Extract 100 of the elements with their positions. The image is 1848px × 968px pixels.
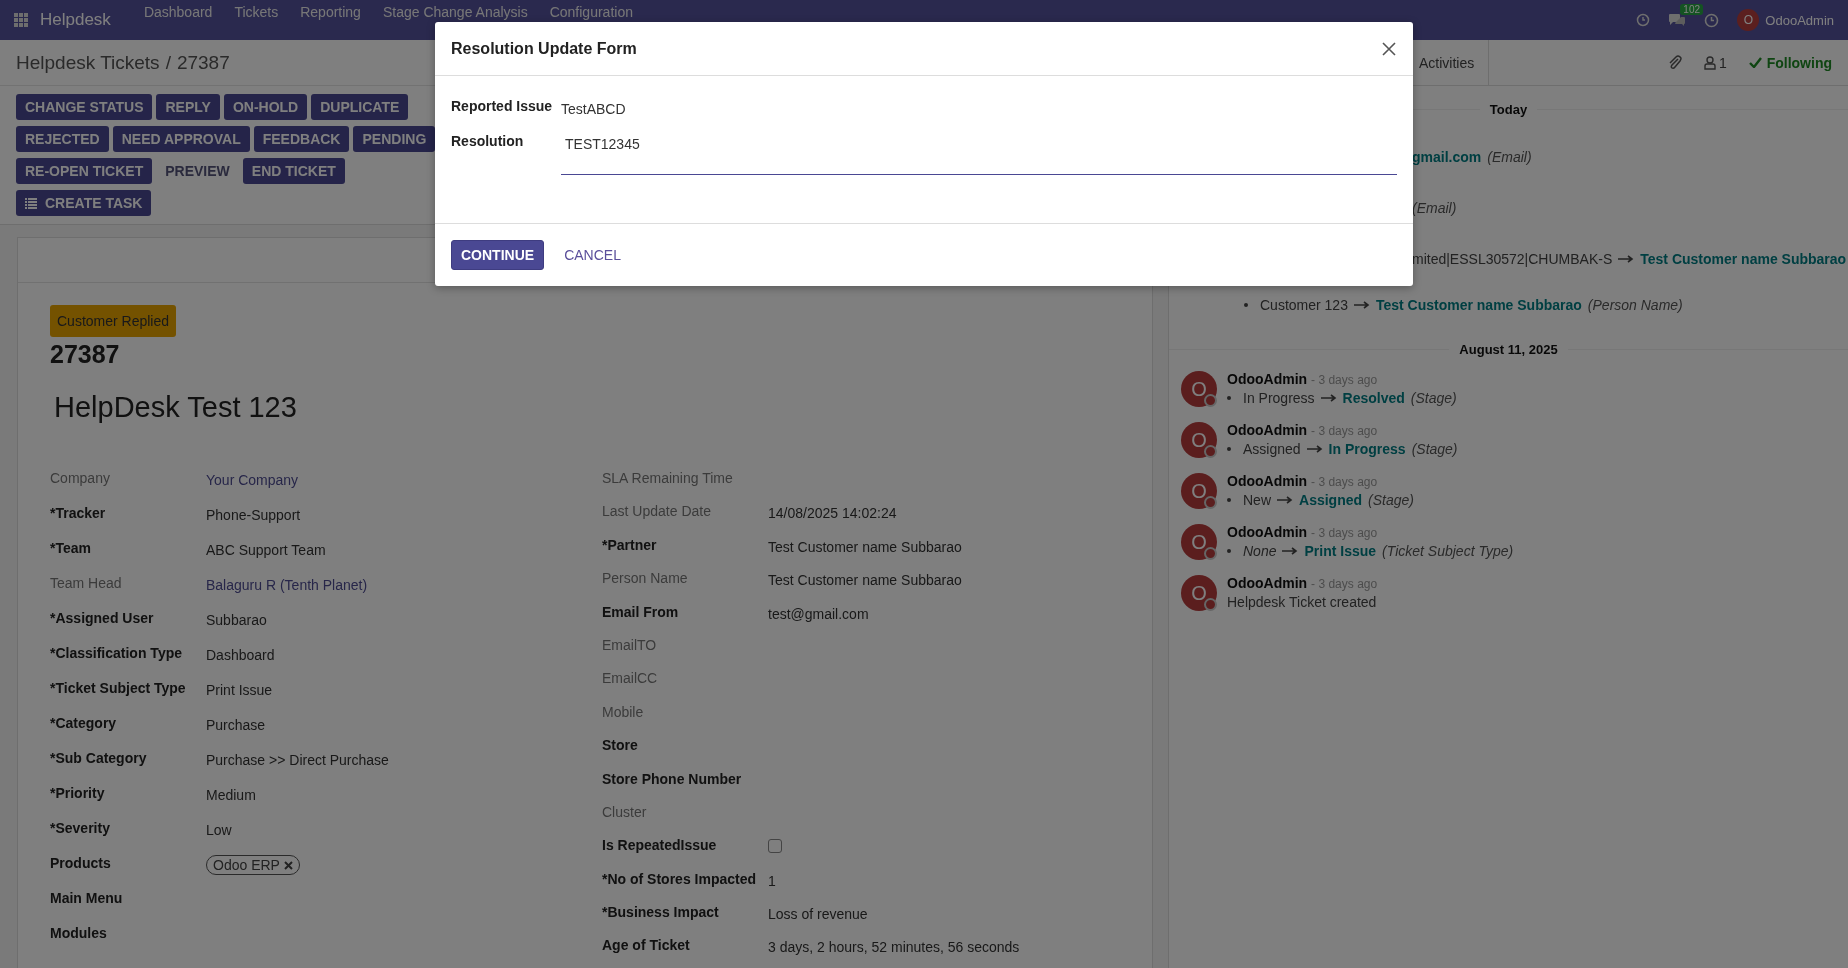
action-button[interactable]: FEEDBACK [253, 126, 350, 152]
arrow-icon [1320, 394, 1337, 402]
action-button[interactable]: REPLY [156, 94, 220, 120]
app-name[interactable]: Helpdesk [40, 10, 111, 30]
arrow-icon [1277, 496, 1293, 504]
new-value-link[interactable]: Test Customer name Subbarao [1640, 250, 1847, 267]
old-value: None [1243, 543, 1277, 559]
field-value: Print Issue [206, 681, 273, 698]
field-label: EmailTO [602, 636, 658, 653]
breadcrumb-link[interactable]: Helpdesk Tickets [16, 51, 160, 74]
author-name[interactable]: OdooAdmin [1227, 575, 1308, 591]
field-label: Mobile [602, 703, 645, 720]
author-name[interactable]: OdooAdmin [1227, 473, 1308, 489]
menu-item[interactable]: Dashboard [132, 4, 224, 20]
field-value: TestABCD [561, 100, 626, 117]
new-value-link[interactable]: Print Issue [1304, 543, 1377, 559]
action-button[interactable]: NEED APPROVAL [112, 126, 250, 152]
field-label: Company [50, 470, 111, 486]
user-name[interactable]: OdooAdmin [1765, 12, 1834, 28]
action-button[interactable]: CHANGE STATUS [16, 94, 153, 120]
continue-button[interactable]: CONTINUE [451, 240, 545, 270]
ticket-title: HelpDesk Test 123 [54, 391, 298, 424]
chat-icon[interactable] [1668, 13, 1687, 27]
new-value-link[interactable]: Assigned [1299, 492, 1363, 508]
create-task-button[interactable]: CREATE TASK [16, 190, 152, 216]
menu-item[interactable]: Stage Change Analysis [371, 4, 539, 20]
field-value: test@gmail.com [768, 604, 869, 622]
field-value: Dashboard [206, 646, 275, 663]
breadcrumb-separator: / [165, 51, 171, 74]
field-name: (Email) [1412, 199, 1457, 216]
field-name: (Person Name) [1587, 297, 1683, 313]
arrow-icon [1306, 445, 1323, 453]
field-label: Cluster [602, 803, 648, 820]
ticket-number: 27387 [50, 340, 121, 369]
field-value: Purchase >> Direct Purchase [206, 751, 389, 768]
new-value-link[interactable]: In Progress [1328, 441, 1406, 457]
user-avatar[interactable]: O [1737, 9, 1760, 31]
author-avatar[interactable]: O [1181, 422, 1217, 458]
follower-count[interactable]: 1 [1718, 54, 1727, 71]
author-avatar[interactable]: O [1181, 524, 1217, 560]
field-name: (Ticket Subject Type) [1382, 543, 1514, 559]
checkbox[interactable] [768, 839, 782, 854]
action-link-button[interactable]: PREVIEW [156, 158, 239, 184]
field-label: Team Head [50, 575, 123, 591]
field-label: Modules [50, 925, 108, 941]
menu-item[interactable]: Reporting [289, 4, 372, 20]
stage-badge: Customer Replied [50, 305, 177, 337]
field-label: Is RepeatedIssue [602, 837, 718, 854]
menu-item[interactable]: Configuration [538, 4, 644, 20]
author-avatar[interactable]: O [1181, 473, 1217, 509]
field-label: *Sub Category [50, 750, 148, 766]
field-label: Store Phone Number [602, 770, 743, 787]
field-label: Last Update Date [602, 503, 712, 520]
field-value: 1 [768, 871, 776, 889]
field-label: *Partner [602, 536, 658, 553]
author-name[interactable]: OdooAdmin [1227, 371, 1308, 387]
paperclip-icon[interactable] [1667, 54, 1682, 71]
list-icon [25, 197, 37, 209]
action-button[interactable]: ON-HOLD [223, 94, 308, 120]
field-link[interactable]: Balaguru R (Tenth Planet) [206, 575, 368, 593]
menu-item[interactable]: Tickets [223, 4, 290, 20]
user-icon[interactable] [1703, 55, 1716, 70]
remove-icon[interactable] [283, 860, 293, 870]
new-value-link[interactable]: Test Customer name Subbarao [1375, 297, 1582, 313]
cancel-button[interactable]: CANCEL [554, 240, 631, 270]
field-label: Email From [602, 603, 680, 620]
field-label: Age of Ticket [602, 937, 691, 954]
clock-icon[interactable] [1704, 12, 1720, 28]
field-label: *Classification Type [50, 645, 183, 661]
author-name[interactable]: OdooAdmin [1227, 524, 1308, 540]
field-value: Low [206, 821, 232, 838]
field-label: *Severity [50, 820, 111, 836]
author-avatar[interactable]: O [1181, 575, 1217, 611]
action-button[interactable]: REJECTED [16, 126, 109, 152]
following-button[interactable]: Following [1748, 54, 1832, 71]
action-button[interactable]: END TICKET [242, 158, 345, 184]
field-label: *Business Impact [602, 904, 720, 921]
action-button[interactable]: RE-OPEN TICKET [16, 158, 153, 184]
field-label: *Ticket Subject Type [50, 680, 187, 696]
action-button[interactable]: DUPLICATE [311, 94, 409, 120]
field-name: (Stage) [1368, 492, 1414, 508]
message-count-badge: 102 [1680, 4, 1704, 15]
action-button[interactable]: PENDING [353, 126, 436, 152]
activity-clock-icon[interactable] [1636, 13, 1651, 27]
field-label: Store [602, 737, 639, 754]
new-value-link[interactable]: Resolved [1342, 390, 1405, 406]
field-label: Resolution [451, 133, 525, 151]
close-icon[interactable] [1381, 41, 1397, 57]
author-name[interactable]: OdooAdmin [1227, 422, 1308, 438]
old-value: mited|ESSL30572|CHUMBAK-S [1412, 250, 1613, 267]
new-value-link[interactable]: gmail.com [1412, 148, 1482, 165]
author-avatar[interactable]: O [1181, 371, 1217, 407]
field-label: *No of Stores Impacted [602, 870, 758, 887]
field-label: EmailCC [602, 670, 659, 687]
field-label: Products [50, 855, 112, 871]
check-icon [1748, 57, 1762, 68]
message-body: Helpdesk Ticket created [1227, 594, 1377, 610]
apps-menu-icon[interactable] [14, 13, 28, 27]
field-link[interactable]: Your Company [206, 470, 299, 488]
field-value: Loss of revenue [768, 905, 868, 923]
